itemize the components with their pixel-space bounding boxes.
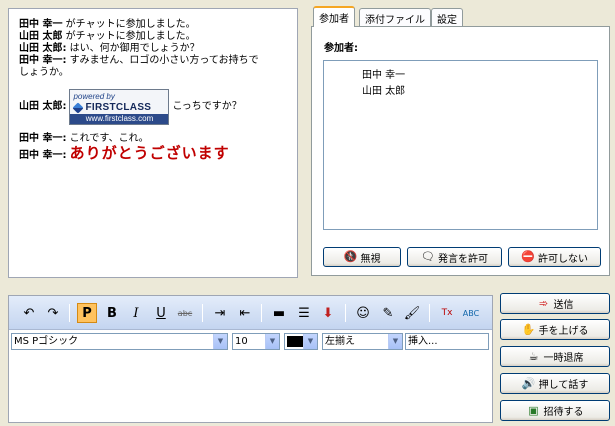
chat-message: 山田 太郎: はい、何か御用でしょうか？ (19, 43, 200, 54)
color-swatch (287, 336, 303, 347)
invite-icon: ▣ (528, 403, 539, 417)
chat-message: しょうか。 (19, 67, 69, 78)
alignment-select[interactable]: 左揃え ▼ (322, 333, 403, 350)
chevron-down-icon: ▼ (265, 334, 279, 349)
text-effect-icon[interactable]: Tx (437, 303, 457, 323)
outdent-icon[interactable]: ⇤ (235, 303, 255, 323)
chat-message: 田中 幸一: ありがとうございます (19, 144, 230, 162)
insert-below-icon[interactable]: ⬇ (318, 303, 338, 323)
font-color-select[interactable]: ▼ (284, 333, 318, 350)
chevron-down-icon: ▼ (213, 334, 227, 349)
indent-icon[interactable]: ⇥ (210, 303, 230, 323)
spellcheck-icon[interactable]: ABC (461, 303, 481, 323)
coffee-icon: ☕ (528, 349, 539, 363)
font-family-select[interactable]: MS Pゴシック ▼ (11, 333, 228, 350)
format-toolbar: ↶ ↷ P B I U abc ⇥ ⇤ ▬ ☰ ⬇ ☺ ✎ 🖌 Tx ABC (9, 296, 492, 330)
tab-participants[interactable]: 参加者 (313, 6, 355, 27)
chat-transcript[interactable]: 田中 幸一 がチャットに参加しました。 山田 太郎 がチャットに参加しました。 … (8, 8, 298, 278)
undo-icon[interactable]: ↶ (19, 303, 39, 323)
plain-text-button[interactable]: P (77, 303, 97, 323)
away-button[interactable]: ☕ 一時退席 (500, 346, 610, 367)
bold-button[interactable]: B (102, 303, 122, 323)
allow-speak-icon: 🗨 (421, 250, 435, 263)
tab-attachments[interactable]: 添付ファイル (359, 8, 431, 26)
chat-message: 田中 幸一 がチャットに参加しました。 (19, 19, 196, 30)
hand-icon: ✋ (521, 322, 536, 336)
send-button[interactable]: ➾ 送信 (500, 293, 610, 314)
participants-heading: 参加者: (324, 43, 358, 54)
underline-button[interactable]: U (151, 303, 171, 323)
allow-speak-button[interactable]: 🗨 発言を許可 (407, 247, 502, 267)
insert-menu[interactable]: 挿入... (405, 333, 489, 350)
tab-settings[interactable]: 設定 (431, 8, 463, 26)
italic-button[interactable]: I (126, 303, 146, 323)
deny-speak-icon: ⛔ (521, 250, 535, 263)
link-icon[interactable]: ✎ (378, 303, 398, 323)
font-size-select[interactable]: 10 ▼ (232, 333, 280, 350)
message-editor: ↶ ↷ P B I U abc ⇥ ⇤ ▬ ☰ ⬇ ☺ ✎ 🖌 Tx ABC M… (8, 295, 493, 423)
speaker-icon: 🔊 (521, 376, 536, 390)
list-item[interactable]: 山田 太郎 (362, 82, 405, 97)
participants-panel: 参加者: 田中 幸一 山田 太郎 🚷 無視 🗨 発言を許可 ⛔ 許可しない (311, 26, 610, 276)
push-to-talk-button[interactable]: 🔊 押して話す (500, 373, 610, 394)
message-input[interactable] (11, 354, 490, 420)
raise-hand-button[interactable]: ✋ 手を上げる (500, 319, 610, 340)
invite-button[interactable]: ▣ 招待する (500, 400, 610, 421)
ignore-button[interactable]: 🚷 無視 (323, 247, 401, 267)
align-icon[interactable]: ☰ (294, 303, 314, 323)
emoticon-icon[interactable]: ☺ (353, 303, 373, 323)
strikethrough-button[interactable]: abc (175, 303, 195, 323)
brush-icon[interactable]: 🖌 (402, 303, 422, 323)
chat-message: 山田 太郎: powered by FIRSTCLASS www.firstcl… (19, 89, 289, 125)
chevron-down-icon: ▼ (388, 334, 402, 349)
chat-message: 田中 幸一: すみません、ロゴの小さい方ってお持ちで (19, 55, 259, 66)
horizontal-rule-icon[interactable]: ▬ (269, 303, 289, 323)
firstclass-logo-image[interactable]: powered by FIRSTCLASS www.firstclass.com (69, 89, 170, 125)
chevron-down-icon: ▼ (303, 334, 317, 349)
ignore-user-icon: 🚷 (343, 250, 358, 263)
deny-speak-button[interactable]: ⛔ 許可しない (508, 247, 601, 267)
participants-list[interactable]: 田中 幸一 山田 太郎 (323, 60, 598, 230)
redo-icon[interactable]: ↷ (43, 303, 63, 323)
chat-message: 山田 太郎 がチャットに参加しました。 (19, 31, 196, 42)
list-item[interactable]: 田中 幸一 (362, 66, 405, 81)
send-icon: ➾ (538, 296, 549, 310)
firstclass-logo-icon (72, 101, 85, 114)
